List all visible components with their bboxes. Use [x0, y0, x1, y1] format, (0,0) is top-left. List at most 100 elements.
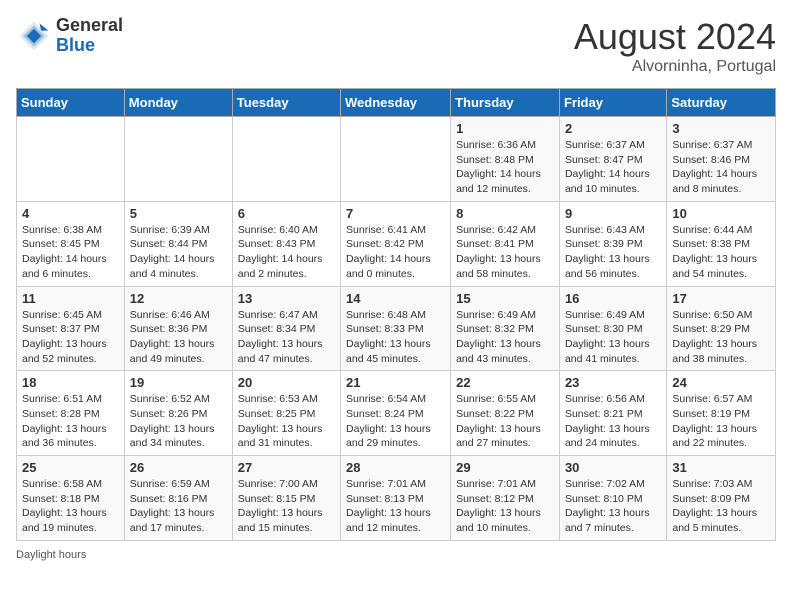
calendar-cell: 27 Sunrise: 7:00 AM Sunset: 8:15 PM Dayli… — [232, 456, 340, 541]
day-of-week-header: Sunday — [17, 89, 125, 117]
calendar-cell: 24 Sunrise: 6:57 AM Sunset: 8:19 PM Dayli… — [667, 371, 776, 456]
day-number: 27 — [238, 460, 335, 475]
logo-icon — [16, 18, 52, 54]
day-number: 21 — [346, 375, 445, 390]
day-info: Sunrise: 6:48 AM Sunset: 8:33 PM Dayligh… — [346, 308, 445, 367]
calendar-cell: 30Sunrise: 7:02 AM Sunset: 8:10 PM Dayli… — [559, 456, 666, 541]
day-number: 12 — [130, 291, 227, 306]
calendar-cell: 15Sunrise: 6:49 AM Sunset: 8:32 PM Dayli… — [451, 286, 560, 371]
day-number: 8 — [456, 206, 554, 221]
day-info: Sunrise: 6:39 AM Sunset: 8:44 PM Dayligh… — [130, 223, 227, 282]
day-number: 3 — [672, 121, 770, 136]
calendar-cell: 13Sunrise: 6:47 AM Sunset: 8:34 PM Dayli… — [232, 286, 340, 371]
day-info: Sunrise: 6:44 AM Sunset: 8:38 PM Dayligh… — [672, 223, 770, 282]
calendar-cell: 4Sunrise: 6:38 AM Sunset: 8:45 PM Daylig… — [17, 201, 125, 286]
day-of-week-header: Monday — [124, 89, 232, 117]
calendar-cell: 6 Sunrise: 6:40 AM Sunset: 8:43 PM Daylig… — [232, 201, 340, 286]
calendar-week-row: 18 Sunrise: 6:51 AM Sunset: 8:28 PM Dayli… — [17, 371, 776, 456]
day-info: Sunrise: 6:41 AM Sunset: 8:42 PM Dayligh… — [346, 223, 445, 282]
day-info: Sunrise: 6:40 AM Sunset: 8:43 PM Dayligh… — [238, 223, 335, 282]
day-number: 24 — [672, 375, 770, 390]
day-info: Sunrise: 6:43 AM Sunset: 8:39 PM Dayligh… — [565, 223, 661, 282]
day-number: 2 — [565, 121, 661, 136]
day-info: Sunrise: 6:51 AM Sunset: 8:28 PM Dayligh… — [22, 392, 119, 451]
day-of-week-header: Wednesday — [341, 89, 451, 117]
day-info: Sunrise: 7:02 AM Sunset: 8:10 PM Dayligh… — [565, 477, 661, 536]
day-number: 13 — [238, 291, 335, 306]
day-number: 20 — [238, 375, 335, 390]
logo-blue-text: Blue — [56, 36, 123, 56]
month-year-title: August 2024 — [574, 16, 776, 58]
calendar-cell: 11Sunrise: 6:45 AM Sunset: 8:37 PM Dayli… — [17, 286, 125, 371]
day-info: Sunrise: 6:45 AM Sunset: 8:37 PM Dayligh… — [22, 308, 119, 367]
calendar-cell: 19 Sunrise: 6:52 AM Sunset: 8:26 PM Dayli… — [124, 371, 232, 456]
calendar-cell: 29 Sunrise: 7:01 AM Sunset: 8:12 PM Dayli… — [451, 456, 560, 541]
calendar-cell: 8 Sunrise: 6:42 AM Sunset: 8:41 PM Daylig… — [451, 201, 560, 286]
day-number: 7 — [346, 206, 445, 221]
calendar-cell: 2 Sunrise: 6:37 AM Sunset: 8:47 PM Daylig… — [559, 117, 666, 202]
day-info: Sunrise: 6:56 AM Sunset: 8:21 PM Dayligh… — [565, 392, 661, 451]
calendar-cell: 3Sunrise: 6:37 AM Sunset: 8:46 PM Daylig… — [667, 117, 776, 202]
page-header: General Blue August 2024 Alvorninha, Por… — [16, 16, 776, 76]
calendar-cell: 14 Sunrise: 6:48 AM Sunset: 8:33 PM Dayli… — [341, 286, 451, 371]
day-number: 19 — [130, 375, 227, 390]
day-number: 23 — [565, 375, 661, 390]
day-number: 14 — [346, 291, 445, 306]
calendar-cell: 25 Sunrise: 6:58 AM Sunset: 8:18 PM Dayli… — [17, 456, 125, 541]
calendar-cell — [17, 117, 125, 202]
calendar-cell: 1Sunrise: 6:36 AM Sunset: 8:48 PM Daylig… — [451, 117, 560, 202]
title-block: August 2024 Alvorninha, Portugal — [574, 16, 776, 76]
calendar-table: SundayMondayTuesdayWednesdayThursdayFrid… — [16, 88, 776, 541]
day-info: Sunrise: 7:01 AM Sunset: 8:12 PM Dayligh… — [456, 477, 554, 536]
day-info: Sunrise: 6:52 AM Sunset: 8:26 PM Dayligh… — [130, 392, 227, 451]
calendar-cell: 18 Sunrise: 6:51 AM Sunset: 8:28 PM Dayli… — [17, 371, 125, 456]
day-of-week-header: Saturday — [667, 89, 776, 117]
day-number: 5 — [130, 206, 227, 221]
day-number: 15 — [456, 291, 554, 306]
calendar-week-row: 4Sunrise: 6:38 AM Sunset: 8:45 PM Daylig… — [17, 201, 776, 286]
day-number: 28 — [346, 460, 445, 475]
day-number: 25 — [22, 460, 119, 475]
day-info: Sunrise: 6:46 AM Sunset: 8:36 PM Dayligh… — [130, 308, 227, 367]
calendar-cell: 5 Sunrise: 6:39 AM Sunset: 8:44 PM Daylig… — [124, 201, 232, 286]
calendar-cell: 22 Sunrise: 6:55 AM Sunset: 8:22 PM Dayli… — [451, 371, 560, 456]
calendar-cell — [232, 117, 340, 202]
calendar-cell: 9Sunrise: 6:43 AM Sunset: 8:39 PM Daylig… — [559, 201, 666, 286]
calendar-cell — [341, 117, 451, 202]
day-of-week-header: Thursday — [451, 89, 560, 117]
calendar-cell: 26Sunrise: 6:59 AM Sunset: 8:16 PM Dayli… — [124, 456, 232, 541]
day-info: Sunrise: 7:00 AM Sunset: 8:15 PM Dayligh… — [238, 477, 335, 536]
logo-text: General Blue — [56, 16, 123, 56]
day-number: 31 — [672, 460, 770, 475]
day-info: Sunrise: 6:42 AM Sunset: 8:41 PM Dayligh… — [456, 223, 554, 282]
day-info: Sunrise: 6:55 AM Sunset: 8:22 PM Dayligh… — [456, 392, 554, 451]
day-number: 26 — [130, 460, 227, 475]
calendar-header: SundayMondayTuesdayWednesdayThursdayFrid… — [17, 89, 776, 117]
day-number: 18 — [22, 375, 119, 390]
day-info: Sunrise: 6:50 AM Sunset: 8:29 PM Dayligh… — [672, 308, 770, 367]
day-number: 29 — [456, 460, 554, 475]
day-info: Sunrise: 7:01 AM Sunset: 8:13 PM Dayligh… — [346, 477, 445, 536]
logo-general-text: General — [56, 16, 123, 36]
day-of-week-header: Friday — [559, 89, 666, 117]
logo: General Blue — [16, 16, 123, 56]
day-info: Sunrise: 6:37 AM Sunset: 8:47 PM Dayligh… — [565, 138, 661, 197]
day-number: 16 — [565, 291, 661, 306]
daylight-label: Daylight hours — [16, 549, 86, 561]
day-number: 22 — [456, 375, 554, 390]
day-number: 6 — [238, 206, 335, 221]
calendar-body: 1Sunrise: 6:36 AM Sunset: 8:48 PM Daylig… — [17, 117, 776, 541]
calendar-cell: 12 Sunrise: 6:46 AM Sunset: 8:36 PM Dayli… — [124, 286, 232, 371]
day-info: Sunrise: 6:36 AM Sunset: 8:48 PM Dayligh… — [456, 138, 554, 197]
day-info: Sunrise: 6:58 AM Sunset: 8:18 PM Dayligh… — [22, 477, 119, 536]
calendar-cell: 10Sunrise: 6:44 AM Sunset: 8:38 PM Dayli… — [667, 201, 776, 286]
calendar-cell: 20 Sunrise: 6:53 AM Sunset: 8:25 PM Dayli… — [232, 371, 340, 456]
day-number: 4 — [22, 206, 119, 221]
day-info: Sunrise: 6:57 AM Sunset: 8:19 PM Dayligh… — [672, 392, 770, 451]
calendar-week-row: 11Sunrise: 6:45 AM Sunset: 8:37 PM Dayli… — [17, 286, 776, 371]
calendar-cell — [124, 117, 232, 202]
day-info: Sunrise: 6:53 AM Sunset: 8:25 PM Dayligh… — [238, 392, 335, 451]
calendar-cell: 21Sunrise: 6:54 AM Sunset: 8:24 PM Dayli… — [341, 371, 451, 456]
calendar-cell: 7 Sunrise: 6:41 AM Sunset: 8:42 PM Daylig… — [341, 201, 451, 286]
calendar-cell: 31Sunrise: 7:03 AM Sunset: 8:09 PM Dayli… — [667, 456, 776, 541]
